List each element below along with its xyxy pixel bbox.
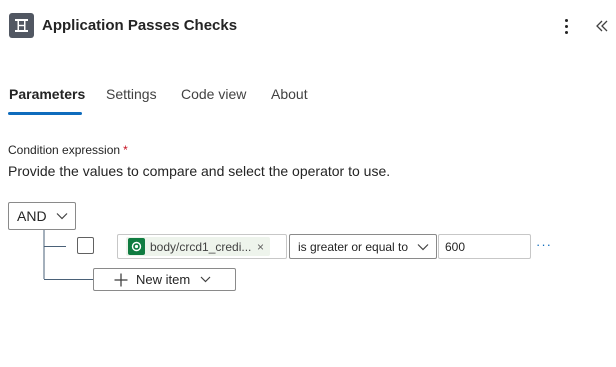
token-label: body/crcd1_credi...: [150, 239, 252, 254]
active-tab-indicator: [8, 112, 82, 115]
double-chevron-left-icon[interactable]: [590, 14, 614, 38]
tab-parameters[interactable]: Parameters: [9, 86, 85, 102]
chevron-down-icon: [56, 213, 68, 220]
tab-settings[interactable]: Settings: [106, 86, 157, 102]
dynamic-content-token[interactable]: body/crcd1_credi... ×: [126, 237, 270, 256]
operator-value: is greater or equal to: [298, 239, 409, 254]
dataverse-icon: [128, 238, 145, 255]
row-select-checkbox[interactable]: [77, 237, 94, 254]
more-options-icon[interactable]: ···: [536, 237, 552, 252]
more-vertical-icon[interactable]: [558, 14, 574, 38]
condition-expression-label: Condition expression *: [8, 143, 128, 157]
tab-code-view[interactable]: Code view: [181, 86, 246, 102]
chevron-down-icon: [417, 244, 429, 251]
condition-description: Provide the values to compare and select…: [8, 163, 391, 179]
group-operator-dropdown[interactable]: AND: [8, 202, 76, 230]
condition-icon: [9, 13, 34, 38]
tab-about[interactable]: About: [271, 86, 308, 102]
add-icon: [114, 273, 128, 286]
remove-token-icon[interactable]: ×: [257, 240, 264, 254]
new-item-button[interactable]: New item: [93, 268, 236, 291]
required-marker: *: [123, 143, 128, 157]
group-operator-value: AND: [17, 208, 47, 224]
operator-dropdown[interactable]: is greater or equal to: [289, 234, 437, 259]
chevron-down-icon: [200, 276, 211, 283]
tree-connector-lines: [43, 230, 93, 280]
new-item-label: New item: [136, 272, 191, 287]
right-operand-input[interactable]: [438, 234, 531, 259]
page-title: Application Passes Checks: [42, 17, 238, 34]
condition-expression-label-text: Condition expression: [8, 143, 121, 157]
